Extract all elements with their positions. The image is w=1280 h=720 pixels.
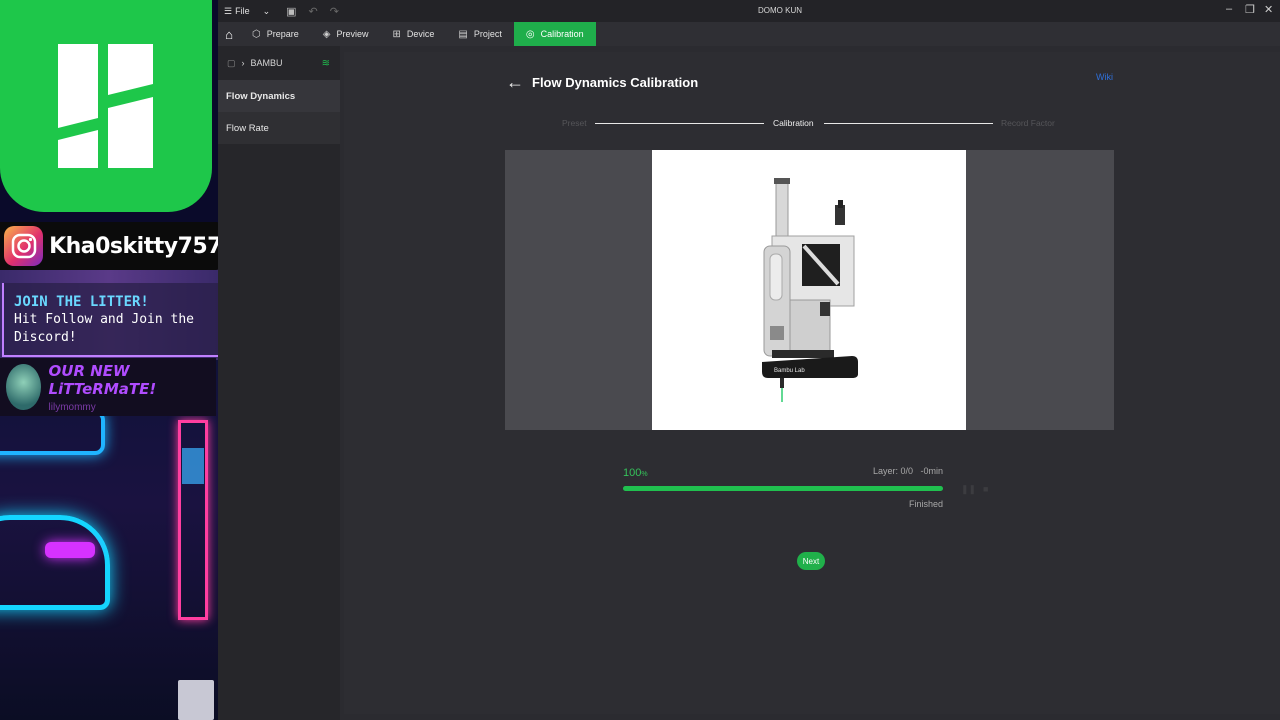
step-divider <box>824 123 993 124</box>
new-mate-name: lilymommy <box>48 401 96 413</box>
street-sign <box>178 680 214 720</box>
sidebar-item-label: Flow Dynamics <box>226 90 296 102</box>
window-title: DOMO KUN <box>758 6 802 15</box>
layers-icon: ◈ <box>322 28 331 40</box>
tab-label: Calibration <box>540 29 584 39</box>
minimize-icon[interactable]: – <box>1226 3 1232 15</box>
calibration-sidebar: ▢ › BAMBU ≋ Flow Dynamics Flow Rate <box>218 46 340 720</box>
step-preset: Preset <box>562 118 587 128</box>
print-progress: 100% Layer: 0/0 -0min ❚❚ ■ Finished <box>623 464 988 524</box>
back-arrow-icon[interactable]: ← <box>506 72 524 93</box>
chevron-right-icon: › <box>241 58 245 68</box>
sidebar-item-flow-dynamics[interactable]: Flow Dynamics <box>218 80 340 112</box>
wifi-icon: ≋ <box>321 57 330 69</box>
printer-image: Bambu Lab <box>652 150 966 430</box>
wiki-link[interactable]: Wiki <box>1096 72 1113 82</box>
stream-overlay: Kha0skitty757 JOIN THE LITTER! Hit Follo… <box>0 0 218 720</box>
cat-avatar <box>6 364 41 410</box>
calibration-preview: Bambu Lab <box>505 150 1114 430</box>
device-icon: ⊞ <box>392 28 401 40</box>
progress-percent: 100% <box>623 467 648 479</box>
stop-icon[interactable]: ■ <box>983 484 988 494</box>
join-body: Hit Follow and Join the Discord! <box>14 312 195 345</box>
step-record-factor: Record Factor <box>1001 118 1055 128</box>
home-tab[interactable]: ⌂ <box>218 22 240 46</box>
tab-label: Prepare <box>266 29 299 39</box>
step-divider <box>595 123 764 124</box>
neon-vertical-sign-panel <box>182 448 204 484</box>
tab-project[interactable]: ▤ Project <box>446 22 513 46</box>
new-littermate-alert: OUR NEW LiTTeRMaTE! lilymommy <box>0 358 216 416</box>
tab-label: Preview <box>336 29 369 39</box>
layer-time-label: Layer: 0/0 -0min <box>872 466 943 476</box>
join-title: JOIN THE LITTER! <box>14 294 149 310</box>
progress-bar-fill <box>623 486 943 491</box>
print-status: Finished <box>908 499 943 509</box>
printer-icon: ▢ <box>227 57 236 68</box>
tab-device[interactable]: ⊞ Device <box>380 22 446 46</box>
step-indicator: Preset Calibration Record Factor <box>562 118 1062 130</box>
device-selector[interactable]: ▢ › BAMBU ≋ <box>218 46 340 80</box>
bambu-studio-logo <box>0 0 212 212</box>
main-tab-bar: ⌂ ⬡ Prepare ◈ Preview ⊞ Device ▤ Project… <box>218 22 1280 46</box>
tab-label: Device <box>406 29 435 39</box>
tab-calibration[interactable]: ◎ Calibration <box>513 22 596 46</box>
tab-prepare[interactable]: ⬡ Prepare <box>240 22 311 46</box>
instagram-banner: Kha0skitty757 <box>0 222 218 270</box>
next-button[interactable]: Next <box>797 552 825 570</box>
calibration-content: ← Flow Dynamics Calibration Wiki Preset … <box>344 52 1280 714</box>
cube-icon: ⬡ <box>252 28 261 40</box>
new-mate-label: OUR NEW LiTTeRMaTE! <box>48 361 157 398</box>
tab-label: Project <box>473 29 502 39</box>
neon-sign-top <box>0 410 105 455</box>
toolhead-illustration: Bambu Lab <box>762 178 858 402</box>
page-header: ← Flow Dynamics Calibration <box>506 72 698 93</box>
neon-pink-sign <box>45 542 95 558</box>
tab-preview[interactable]: ◈ Preview <box>311 22 381 46</box>
bambu-studio-window: ☰ File ⌄ ▣ ↶ ↷ DOMO KUN – ❐ ✕ ⌂ ⬡ Prepar… <box>218 0 1280 720</box>
bambu-logo-icon <box>58 44 153 168</box>
instagram-handle: Kha0skitty757 <box>49 233 218 259</box>
progress-bar <box>623 486 943 491</box>
close-icon[interactable]: ✕ <box>1264 3 1273 16</box>
title-bar: ☰ File ⌄ ▣ ↶ ↷ DOMO KUN – ❐ ✕ <box>218 0 1280 22</box>
restore-icon[interactable]: ❐ <box>1245 3 1255 16</box>
project-icon: ▤ <box>458 28 468 40</box>
sidebar-item-label: Flow Rate <box>226 122 269 134</box>
home-icon: ⌂ <box>225 26 233 42</box>
neon-cat-sign <box>0 515 110 610</box>
device-name: BAMBU <box>250 58 283 68</box>
page-title: Flow Dynamics Calibration <box>532 75 699 90</box>
pause-icon[interactable]: ❚❚ <box>961 484 976 495</box>
calibration-icon: ◎ <box>525 28 535 40</box>
instagram-icon <box>4 226 44 266</box>
sidebar-item-flow-rate[interactable]: Flow Rate <box>218 112 340 144</box>
printer-brand-label: Bambu Lab <box>774 368 805 374</box>
step-calibration: Calibration <box>773 118 814 128</box>
join-litter-panel: JOIN THE LITTER! Hit Follow and Join the… <box>2 283 218 357</box>
